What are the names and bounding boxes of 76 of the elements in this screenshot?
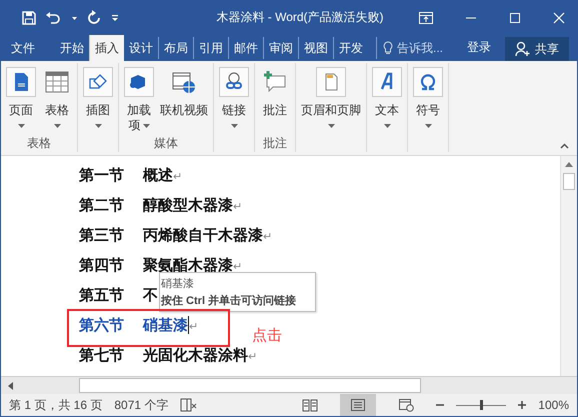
section-number: 第二节: [79, 196, 125, 214]
section-number: 第三节: [79, 226, 125, 244]
window-title: 木器涂料 - Word(产品激活失败): [215, 9, 385, 26]
film-globe-icon: [172, 70, 196, 94]
tell-me-field[interactable]: 告诉我...: [397, 41, 453, 55]
ribbon-button[interactable]: 插图: [80, 67, 116, 152]
ribbon-button[interactable]: 加载项: [121, 67, 157, 135]
lightbulb-icon[interactable]: [383, 41, 393, 55]
section-title: 聚氨酯木器漆: [143, 256, 233, 274]
person-plus-icon: [515, 41, 531, 57]
scroll-thumb[interactable]: [563, 173, 575, 190]
section-title: 醇酸型木器漆: [143, 196, 233, 214]
close-icon[interactable]: [553, 12, 565, 24]
paragraph-mark: ↵: [233, 260, 242, 273]
scroll-thumb[interactable]: [79, 378, 421, 393]
zoom-in-icon[interactable]: [518, 401, 526, 409]
group-label: 批注: [263, 135, 287, 152]
maximize-icon[interactable]: [509, 12, 521, 24]
ribbon-tab[interactable]: 开始: [55, 37, 89, 59]
page-count[interactable]: 第 1 页，共 16 页: [9, 396, 102, 414]
zoom-level[interactable]: 100%: [538, 398, 569, 412]
comment-plus-icon: [263, 70, 287, 94]
page-lines-icon: [350, 398, 366, 412]
sign-in-link[interactable]: 登录: [461, 38, 497, 57]
annotation-label: 点击: [252, 326, 282, 345]
redo-icon[interactable]: [86, 10, 102, 26]
ribbon-button[interactable]: 页面: [3, 67, 39, 135]
paragraph-mark: ↵: [263, 230, 272, 243]
word-count[interactable]: 8071 个字: [114, 396, 168, 414]
proofing-icon[interactable]: [180, 397, 198, 413]
ribbon-tab[interactable]: 视图: [298, 37, 333, 59]
collapse-ribbon-icon[interactable]: [560, 143, 569, 149]
ribbon-tab[interactable]: 布局: [158, 37, 193, 59]
save-icon[interactable]: [21, 10, 37, 26]
ribbon-button[interactable]: 页眉和页脚: [298, 67, 364, 152]
scroll-up-icon[interactable]: [565, 161, 573, 167]
paragraph-mark: ↵: [233, 200, 242, 213]
ribbon-button[interactable]: 文本: [369, 67, 405, 152]
ribbon-options-icon[interactable]: [419, 12, 433, 24]
horizontal-scrollbar[interactable]: [1, 376, 577, 394]
section-title: 不: [143, 286, 158, 304]
book-icon: [302, 398, 318, 412]
web-page-icon: [398, 398, 414, 412]
paragraph-mark: ↵: [248, 350, 257, 363]
section-title: 概述: [143, 166, 173, 184]
ribbon-tab[interactable]: 开发: [333, 37, 368, 59]
group-label: 表格: [27, 135, 51, 152]
table-icon: [45, 70, 69, 94]
section-number: 第一节: [79, 166, 125, 184]
scroll-left-icon[interactable]: [7, 382, 13, 390]
view-button[interactable]: [340, 394, 376, 416]
ribbon-tab[interactable]: 设计: [124, 37, 158, 59]
ribbon-button[interactable]: 符号: [410, 67, 446, 152]
ribbon-button[interactable]: 表格: [39, 67, 75, 135]
section-number: 第四节: [79, 256, 125, 274]
group-label: 媒体: [154, 135, 178, 152]
section-number: 第五节: [79, 286, 125, 304]
section-number: 第七节: [79, 346, 125, 364]
tooltip-hint: 按住 Ctrl 并单击可访问链接: [161, 294, 298, 308]
ribbon-button[interactable]: 批注: [257, 67, 293, 135]
section-title: 丙烯酸自干木器漆: [143, 226, 263, 244]
section-title: 光固化木器涂料: [143, 346, 248, 364]
ribbon-tab[interactable]: 文件: [1, 37, 47, 59]
ribbon-tab[interactable]: 审阅: [263, 37, 298, 59]
ribbon-tab[interactable]: 邮件: [228, 37, 263, 59]
paragraph-mark: ↵: [173, 170, 182, 183]
paragraph-mark: ↵: [189, 320, 198, 333]
ribbon-button[interactable]: 联机视频: [157, 67, 211, 135]
ribbon-tab[interactable]: 引用: [193, 37, 228, 59]
section-number: 第六节: [79, 316, 125, 334]
ribbon-tab[interactable]: 插入: [89, 35, 124, 61]
ribbon-button[interactable]: 链接: [216, 67, 252, 152]
share-button[interactable]: 共享: [505, 37, 569, 61]
hyperlink[interactable]: 硝基漆: [143, 316, 188, 334]
tooltip-title: 硝基漆: [161, 277, 195, 291]
vertical-scrollbar[interactable]: [560, 156, 577, 376]
